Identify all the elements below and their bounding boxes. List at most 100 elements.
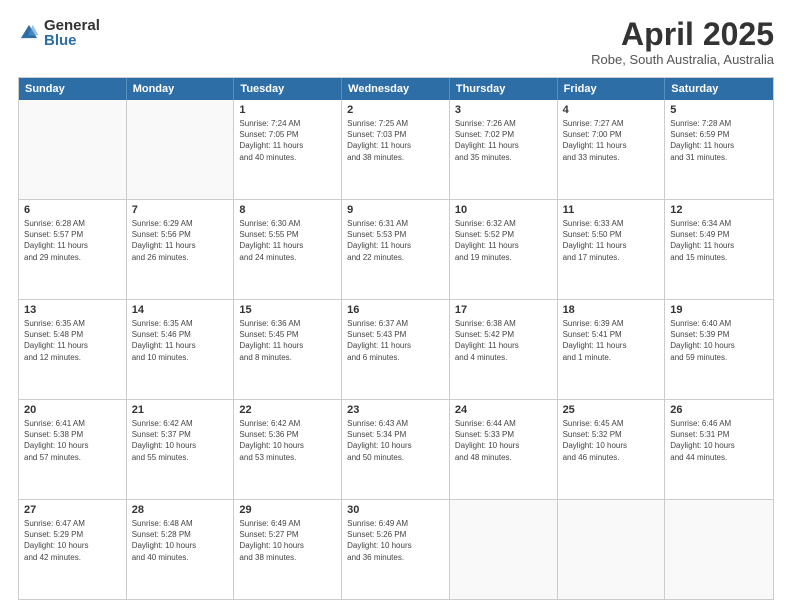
calendar-row-2: 13 Sunrise: 6:35 AMSunset: 5:48 PMDayligh…: [19, 299, 773, 399]
calendar-cell: [19, 100, 127, 199]
cell-info: Sunrise: 6:38 AMSunset: 5:42 PMDaylight:…: [455, 318, 552, 363]
cell-info: Sunrise: 6:35 AMSunset: 5:46 PMDaylight:…: [132, 318, 229, 363]
calendar-cell: 7 Sunrise: 6:29 AMSunset: 5:56 PMDaylight…: [127, 200, 235, 299]
calendar-row-3: 20Sunrise: 6:41 AMSunset: 5:38 PMDayligh…: [19, 399, 773, 499]
calendar-cell: [558, 500, 666, 599]
calendar-cell: 27 Sunrise: 6:47 AMSunset: 5:29 PMDayligh…: [19, 500, 127, 599]
header-day-thursday: Thursday: [450, 78, 558, 100]
calendar-cell: 22 Sunrise: 6:42 AMSunset: 5:36 PMDayligh…: [234, 400, 342, 499]
calendar-cell: 19Sunrise: 6:40 AMSunset: 5:39 PMDayligh…: [665, 300, 773, 399]
day-number: 18: [563, 304, 660, 316]
calendar-row-1: 6 Sunrise: 6:28 AMSunset: 5:57 PMDaylight…: [19, 199, 773, 299]
calendar-cell: 17Sunrise: 6:38 AMSunset: 5:42 PMDayligh…: [450, 300, 558, 399]
logo-icon: [18, 22, 40, 44]
cell-info: Sunrise: 6:34 AMSunset: 5:49 PMDaylight:…: [670, 218, 768, 263]
calendar-cell: 24Sunrise: 6:44 AMSunset: 5:33 PMDayligh…: [450, 400, 558, 499]
cell-info: Sunrise: 6:39 AMSunset: 5:41 PMDaylight:…: [563, 318, 660, 363]
day-number: 7: [132, 204, 229, 216]
day-number: 21: [132, 404, 229, 416]
calendar-cell: 14Sunrise: 6:35 AMSunset: 5:46 PMDayligh…: [127, 300, 235, 399]
calendar-cell: 23 Sunrise: 6:43 AMSunset: 5:34 PMDayligh…: [342, 400, 450, 499]
calendar-row-4: 27 Sunrise: 6:47 AMSunset: 5:29 PMDayligh…: [19, 499, 773, 599]
page: General Blue April 2025 Robe, South Aust…: [0, 0, 792, 612]
calendar-cell: 15 Sunrise: 6:36 AMSunset: 5:45 PMDayligh…: [234, 300, 342, 399]
day-number: 11: [563, 204, 660, 216]
cell-info: Sunrise: 6:49 AMSunset: 5:27 PMDaylight:…: [239, 518, 336, 563]
logo: General Blue: [18, 18, 100, 48]
calendar-cell: 21 Sunrise: 6:42 AMSunset: 5:37 PMDayligh…: [127, 400, 235, 499]
cell-info: Sunrise: 6:47 AMSunset: 5:29 PMDaylight:…: [24, 518, 121, 563]
calendar-cell: 10 Sunrise: 6:32 AMSunset: 5:52 PMDayligh…: [450, 200, 558, 299]
cell-info: Sunrise: 6:42 AMSunset: 5:36 PMDaylight:…: [239, 418, 336, 463]
month-title: April 2025: [591, 18, 774, 50]
calendar-body: 1 Sunrise: 7:24 AMSunset: 7:05 PMDaylight…: [19, 100, 773, 599]
cell-info: Sunrise: 6:30 AMSunset: 5:55 PMDaylight:…: [239, 218, 336, 263]
calendar-cell: 11Sunrise: 6:33 AMSunset: 5:50 PMDayligh…: [558, 200, 666, 299]
cell-info: Sunrise: 6:42 AMSunset: 5:37 PMDaylight:…: [132, 418, 229, 463]
cell-info: Sunrise: 6:44 AMSunset: 5:33 PMDaylight:…: [455, 418, 552, 463]
calendar-header: SundayMondayTuesdayWednesdayThursdayFrid…: [19, 78, 773, 100]
header-day-monday: Monday: [127, 78, 235, 100]
cell-info: Sunrise: 6:28 AMSunset: 5:57 PMDaylight:…: [24, 218, 121, 263]
calendar-cell: 25 Sunrise: 6:45 AMSunset: 5:32 PMDayligh…: [558, 400, 666, 499]
calendar-cell: 1 Sunrise: 7:24 AMSunset: 7:05 PMDaylight…: [234, 100, 342, 199]
day-number: 22: [239, 404, 336, 416]
calendar-cell: [665, 500, 773, 599]
cell-info: Sunrise: 7:27 AMSunset: 7:00 PMDaylight:…: [563, 118, 660, 163]
header-day-sunday: Sunday: [19, 78, 127, 100]
cell-info: Sunrise: 6:32 AMSunset: 5:52 PMDaylight:…: [455, 218, 552, 263]
cell-info: Sunrise: 6:36 AMSunset: 5:45 PMDaylight:…: [239, 318, 336, 363]
header-day-tuesday: Tuesday: [234, 78, 342, 100]
header-day-friday: Friday: [558, 78, 666, 100]
day-number: 12: [670, 204, 768, 216]
day-number: 27: [24, 504, 121, 516]
logo-general: General: [44, 18, 100, 33]
cell-info: Sunrise: 6:41 AMSunset: 5:38 PMDaylight:…: [24, 418, 121, 463]
subtitle: Robe, South Australia, Australia: [591, 52, 774, 67]
calendar-cell: 20Sunrise: 6:41 AMSunset: 5:38 PMDayligh…: [19, 400, 127, 499]
day-number: 29: [239, 504, 336, 516]
header-day-wednesday: Wednesday: [342, 78, 450, 100]
cell-info: Sunrise: 7:25 AMSunset: 7:03 PMDaylight:…: [347, 118, 444, 163]
cell-info: Sunrise: 6:43 AMSunset: 5:34 PMDaylight:…: [347, 418, 444, 463]
cell-info: Sunrise: 6:48 AMSunset: 5:28 PMDaylight:…: [132, 518, 229, 563]
cell-info: Sunrise: 6:49 AMSunset: 5:26 PMDaylight:…: [347, 518, 444, 563]
cell-info: Sunrise: 6:37 AMSunset: 5:43 PMDaylight:…: [347, 318, 444, 363]
cell-info: Sunrise: 7:26 AMSunset: 7:02 PMDaylight:…: [455, 118, 552, 163]
day-number: 16: [347, 304, 444, 316]
cell-info: Sunrise: 6:45 AMSunset: 5:32 PMDaylight:…: [563, 418, 660, 463]
calendar-cell: 2 Sunrise: 7:25 AMSunset: 7:03 PMDaylight…: [342, 100, 450, 199]
cell-info: Sunrise: 6:29 AMSunset: 5:56 PMDaylight:…: [132, 218, 229, 263]
calendar-cell: 9 Sunrise: 6:31 AMSunset: 5:53 PMDaylight…: [342, 200, 450, 299]
logo-blue: Blue: [44, 33, 100, 48]
calendar-cell: [127, 100, 235, 199]
header: General Blue April 2025 Robe, South Aust…: [18, 18, 774, 67]
calendar-cell: 6 Sunrise: 6:28 AMSunset: 5:57 PMDaylight…: [19, 200, 127, 299]
day-number: 30: [347, 504, 444, 516]
cell-info: Sunrise: 6:46 AMSunset: 5:31 PMDaylight:…: [670, 418, 768, 463]
calendar-cell: 28Sunrise: 6:48 AMSunset: 5:28 PMDayligh…: [127, 500, 235, 599]
day-number: 25: [563, 404, 660, 416]
cell-info: Sunrise: 7:28 AMSunset: 6:59 PMDaylight:…: [670, 118, 768, 163]
calendar-cell: 12 Sunrise: 6:34 AMSunset: 5:49 PMDayligh…: [665, 200, 773, 299]
calendar-row-0: 1 Sunrise: 7:24 AMSunset: 7:05 PMDaylight…: [19, 100, 773, 199]
day-number: 13: [24, 304, 121, 316]
cell-info: Sunrise: 7:24 AMSunset: 7:05 PMDaylight:…: [239, 118, 336, 163]
header-day-saturday: Saturday: [665, 78, 773, 100]
calendar-cell: 30 Sunrise: 6:49 AMSunset: 5:26 PMDayligh…: [342, 500, 450, 599]
calendar-cell: 13 Sunrise: 6:35 AMSunset: 5:48 PMDayligh…: [19, 300, 127, 399]
calendar-cell: 8Sunrise: 6:30 AMSunset: 5:55 PMDaylight…: [234, 200, 342, 299]
logo-text: General Blue: [44, 18, 100, 48]
day-number: 6: [24, 204, 121, 216]
calendar-cell: 5Sunrise: 7:28 AMSunset: 6:59 PMDaylight…: [665, 100, 773, 199]
day-number: 26: [670, 404, 768, 416]
day-number: 2: [347, 104, 444, 116]
cell-info: Sunrise: 6:31 AMSunset: 5:53 PMDaylight:…: [347, 218, 444, 263]
calendar-cell: 3Sunrise: 7:26 AMSunset: 7:02 PMDaylight…: [450, 100, 558, 199]
day-number: 9: [347, 204, 444, 216]
day-number: 1: [239, 104, 336, 116]
cell-info: Sunrise: 6:35 AMSunset: 5:48 PMDaylight:…: [24, 318, 121, 363]
day-number: 15: [239, 304, 336, 316]
day-number: 23: [347, 404, 444, 416]
day-number: 10: [455, 204, 552, 216]
